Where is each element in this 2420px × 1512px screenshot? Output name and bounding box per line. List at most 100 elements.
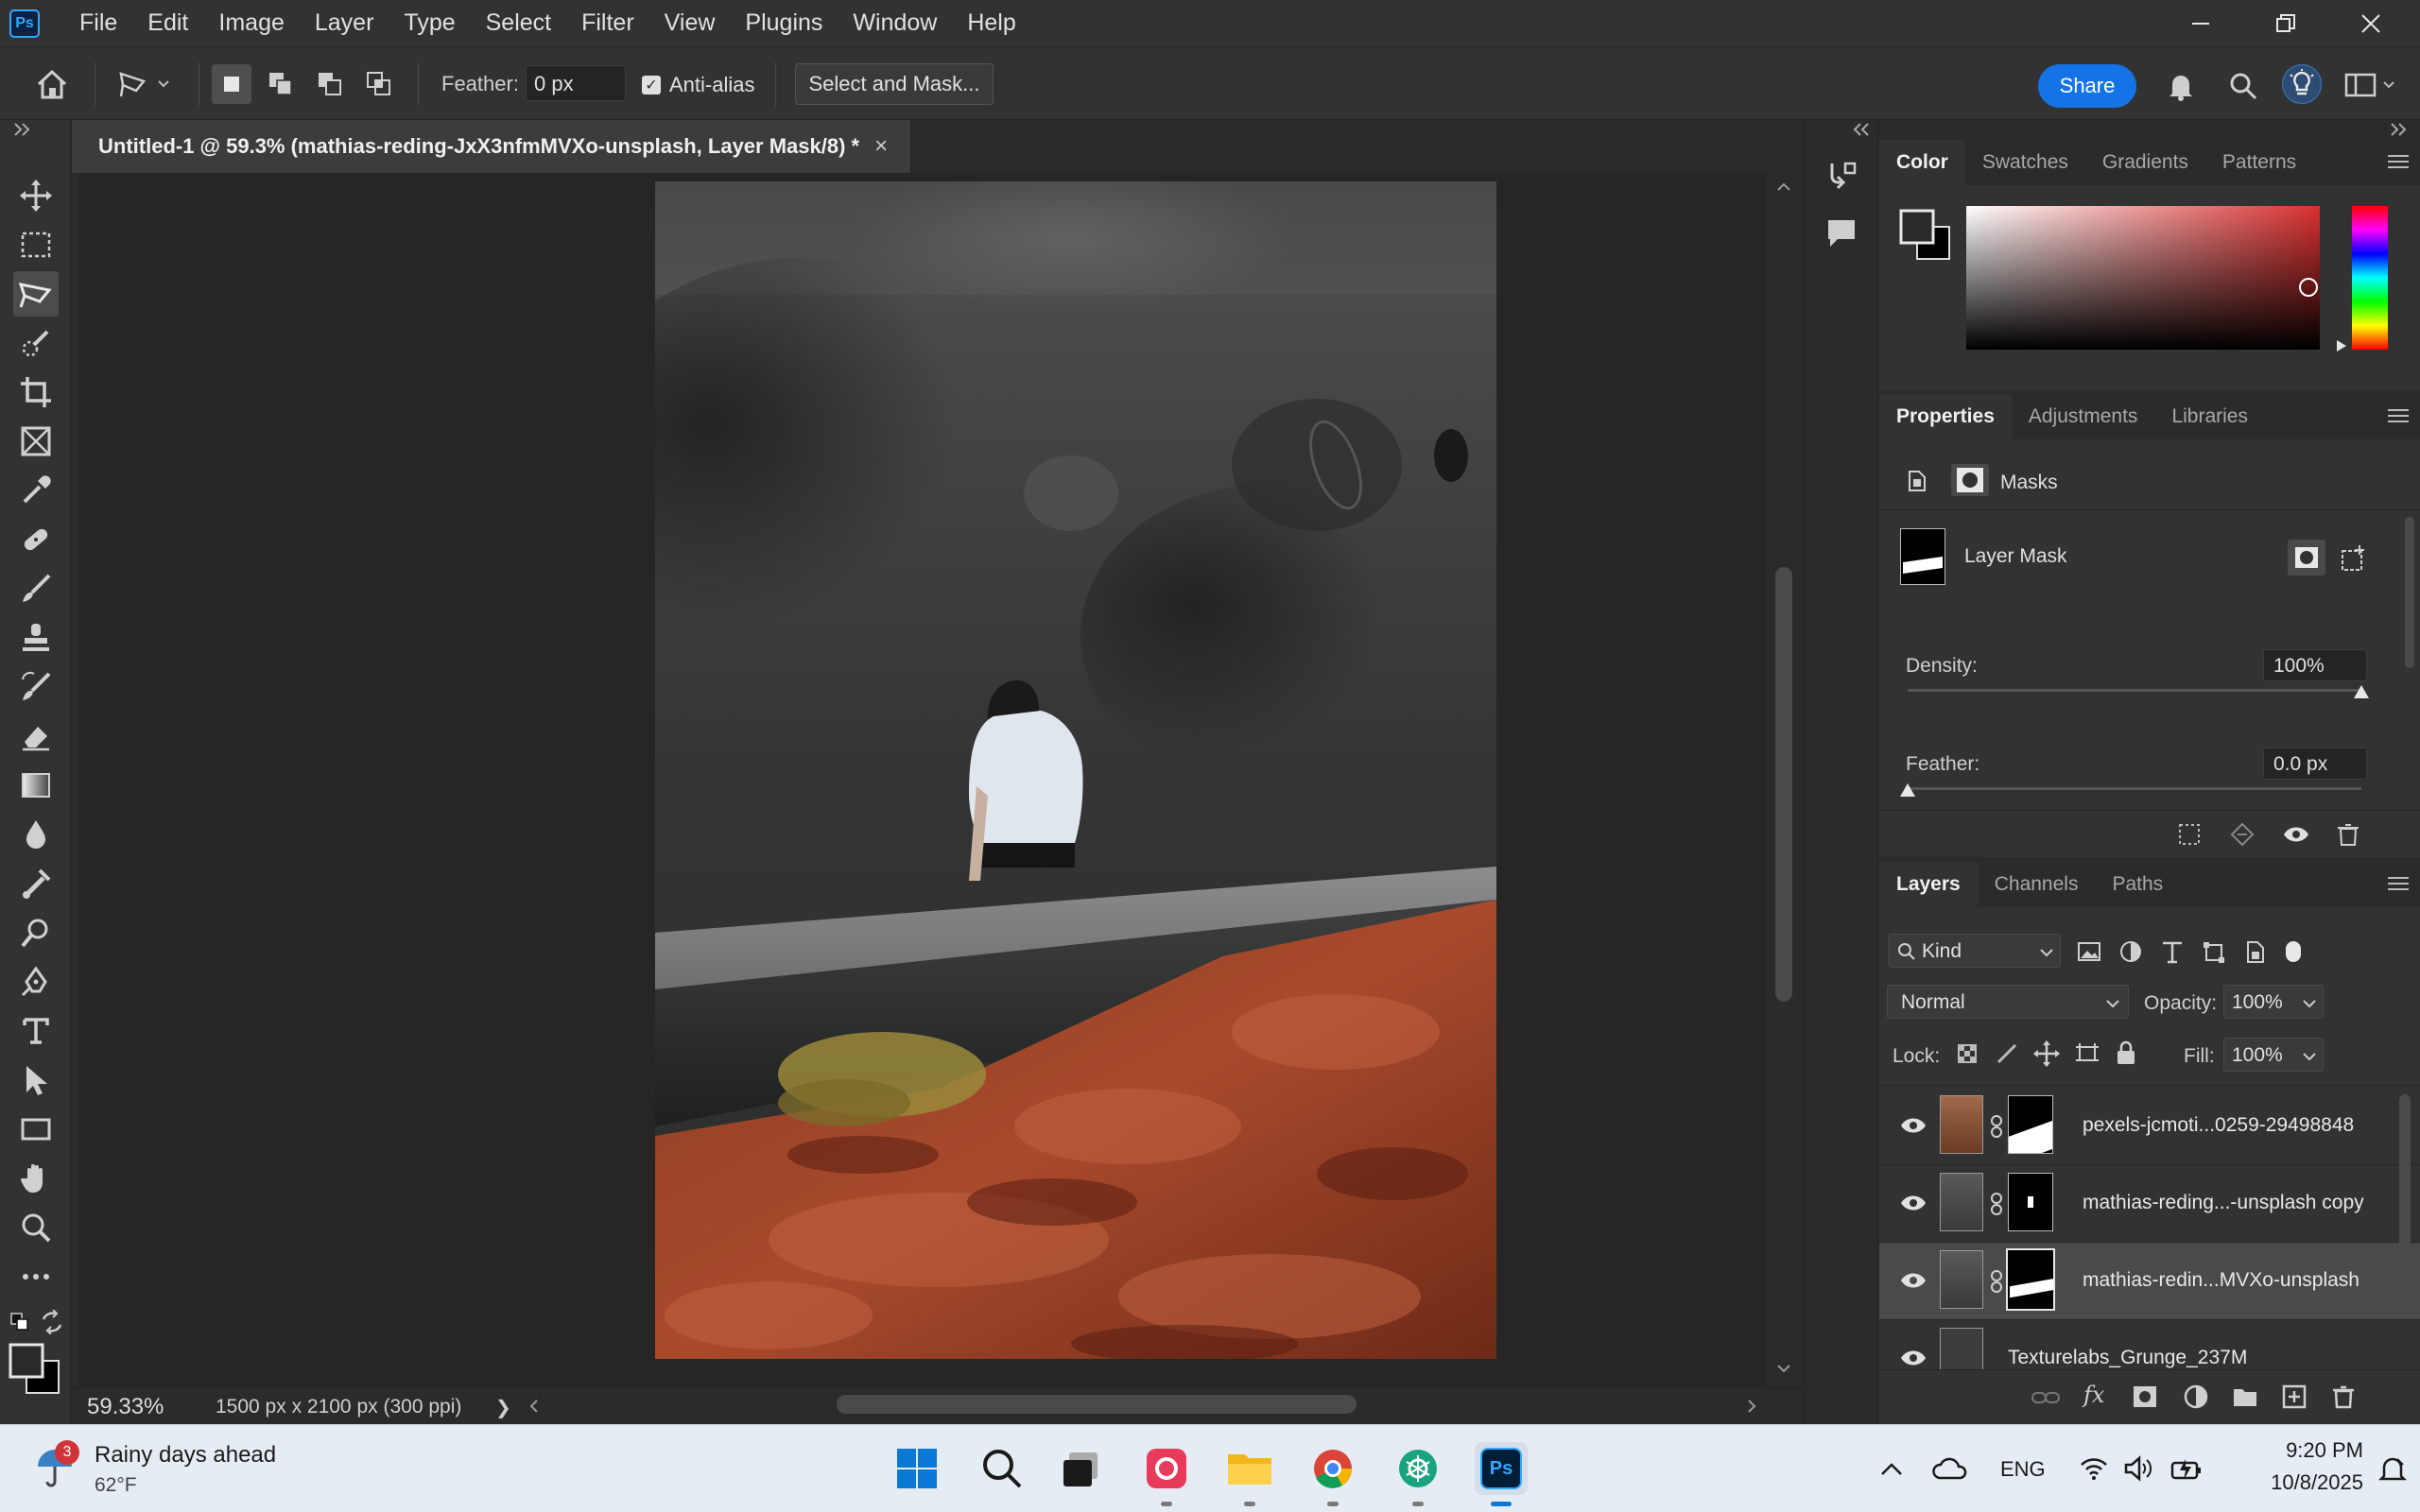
language-indicator[interactable]: ENG (2000, 1457, 2046, 1482)
zoom-level[interactable]: 59.33% (87, 1394, 164, 1420)
vector-mask-icon[interactable] (2339, 541, 2371, 574)
lasso-tool[interactable] (13, 271, 59, 317)
taskbar-search-button[interactable] (976, 1442, 1028, 1495)
volume-icon[interactable] (2123, 1455, 2153, 1482)
add-to-selection-button[interactable] (261, 64, 301, 104)
task-view-button[interactable] (1055, 1442, 1108, 1495)
trash-icon[interactable] (2335, 821, 2361, 848)
tab-color[interactable]: Color (1879, 140, 1965, 185)
layer-row[interactable]: Texturelabs_Grunge_237M (1879, 1320, 2420, 1369)
opacity-input[interactable]: 100% (2223, 985, 2324, 1019)
menu-help[interactable]: Help (952, 0, 1030, 46)
minimize-button[interactable] (2159, 0, 2242, 46)
density-slider[interactable] (1908, 689, 2361, 692)
menu-view[interactable]: View (649, 0, 731, 46)
link-icon[interactable] (1989, 1114, 2004, 1139)
lock-transparency-icon[interactable] (1955, 1041, 1979, 1066)
edit-toolbar-button[interactable] (13, 1254, 59, 1299)
crop-tool[interactable] (13, 369, 59, 415)
antialias-checkbox[interactable]: ✓ (642, 76, 661, 94)
menu-image[interactable]: Image (203, 0, 299, 46)
select-mask-button[interactable] (2288, 540, 2325, 576)
comments-panel-button[interactable] (1823, 215, 1860, 252)
start-button[interactable] (890, 1442, 943, 1495)
notifications-button[interactable] (2161, 66, 2201, 106)
share-button[interactable]: Share (2038, 64, 2136, 108)
density-slider-handle[interactable] (2352, 683, 2371, 700)
discover-button[interactable] (2282, 64, 2322, 104)
rectangle-tool[interactable] (13, 1107, 59, 1152)
shape-filter-icon[interactable] (2201, 939, 2227, 964)
apply-mask-icon[interactable] (2229, 821, 2256, 848)
clone-stamp-tool[interactable] (13, 615, 59, 661)
layer-mask-thumbnail[interactable] (2006, 1248, 2055, 1311)
history-brush-tool[interactable] (13, 664, 59, 710)
status-menu-button[interactable]: ❯ (495, 1396, 511, 1419)
layer-filter-dropdown[interactable]: Kind (1889, 934, 2061, 968)
link-icon[interactable] (1989, 1269, 2004, 1294)
pixel-layer-icon[interactable] (1906, 468, 1928, 492)
taskbar-photoshop[interactable]: Ps (1475, 1442, 1528, 1506)
type-tool[interactable] (13, 1008, 59, 1054)
add-mask-icon[interactable] (2131, 1383, 2159, 1410)
mask-mode-button[interactable] (1951, 464, 1989, 496)
layer-row-selected[interactable]: mathias-redin...MVXo-unsplash (1879, 1243, 2420, 1320)
path-selection-tool[interactable] (13, 1057, 59, 1103)
taskbar-creative-cloud[interactable] (1140, 1442, 1193, 1506)
taskbar-chatgpt[interactable] (1392, 1442, 1444, 1506)
collapse-toolbar-icon[interactable] (9, 120, 62, 141)
move-tool[interactable] (13, 173, 59, 218)
layer-mask-thumbnail[interactable] (2008, 1095, 2053, 1154)
lock-all-icon[interactable] (2114, 1040, 2138, 1066)
feather-slider-handle[interactable] (1898, 782, 1917, 799)
restore-button[interactable] (2244, 0, 2327, 46)
tab-adjustments[interactable]: Adjustments (2012, 394, 2155, 439)
weather-widget[interactable]: 3 (32, 1440, 79, 1493)
new-selection-button[interactable] (212, 64, 251, 104)
adjustment-filter-icon[interactable] (2118, 939, 2144, 964)
menu-layer[interactable]: Layer (300, 0, 389, 46)
tool-preset-picker[interactable] (110, 64, 178, 104)
workspace-switcher[interactable] (2341, 64, 2401, 104)
color-picker-handle[interactable] (2299, 278, 2318, 297)
visibility-eye-icon[interactable] (1900, 1349, 1927, 1367)
canvas-image[interactable] (655, 181, 1496, 1359)
collapse-panels-icon[interactable] (1849, 120, 1870, 139)
swap-colors-button[interactable] (40, 1310, 64, 1334)
brush-tool[interactable] (13, 566, 59, 611)
tab-channels[interactable]: Channels (1978, 862, 2096, 907)
history-panel-button[interactable] (1823, 158, 1860, 196)
lock-position-icon[interactable] (2032, 1040, 2061, 1068)
tab-gradients[interactable]: Gradients (2085, 140, 2205, 185)
layer-style-button[interactable]: fx (2083, 1382, 2104, 1408)
frame-tool[interactable] (13, 419, 59, 464)
smart-object-filter-icon[interactable] (2242, 939, 2269, 964)
dodge-tool[interactable] (13, 910, 59, 955)
document-tab[interactable]: Untitled-1 @ 59.3% (mathias-reding-JxX3n… (72, 120, 911, 173)
notification-center-icon[interactable] (2378, 1455, 2407, 1484)
weather-title[interactable]: Rainy days ahead (95, 1442, 276, 1469)
home-button[interactable] (32, 64, 72, 104)
density-input[interactable]: 100% (2263, 649, 2367, 681)
search-button[interactable] (2223, 66, 2263, 106)
close-window-button[interactable] (2329, 0, 2412, 46)
tab-paths[interactable]: Paths (2095, 862, 2180, 907)
lock-pixels-icon[interactable] (1995, 1041, 2019, 1066)
filter-toggle-switch[interactable] (2286, 941, 2301, 962)
layer-mask-thumbnail[interactable] (2008, 1173, 2053, 1231)
smudge-tool[interactable] (13, 861, 59, 906)
wifi-icon[interactable] (2080, 1455, 2108, 1482)
layer-row[interactable]: mathias-reding...-unsplash copy (1879, 1165, 2420, 1243)
hand-tool[interactable] (13, 1156, 59, 1201)
menu-select[interactable]: Select (471, 0, 566, 46)
load-selection-icon[interactable] (2176, 821, 2203, 848)
color-field[interactable] (1966, 206, 2320, 350)
collapse-dock-icon[interactable] (2386, 120, 2407, 139)
healing-brush-tool[interactable] (13, 517, 59, 562)
show-hidden-icons-icon[interactable] (1879, 1459, 1904, 1478)
properties-panel-menu-icon[interactable] (2388, 405, 2409, 424)
gradient-tool[interactable] (13, 763, 59, 808)
feather-slider[interactable] (1908, 787, 2361, 790)
onedrive-icon[interactable] (1932, 1455, 1968, 1482)
menu-plugins[interactable]: Plugins (730, 0, 838, 46)
